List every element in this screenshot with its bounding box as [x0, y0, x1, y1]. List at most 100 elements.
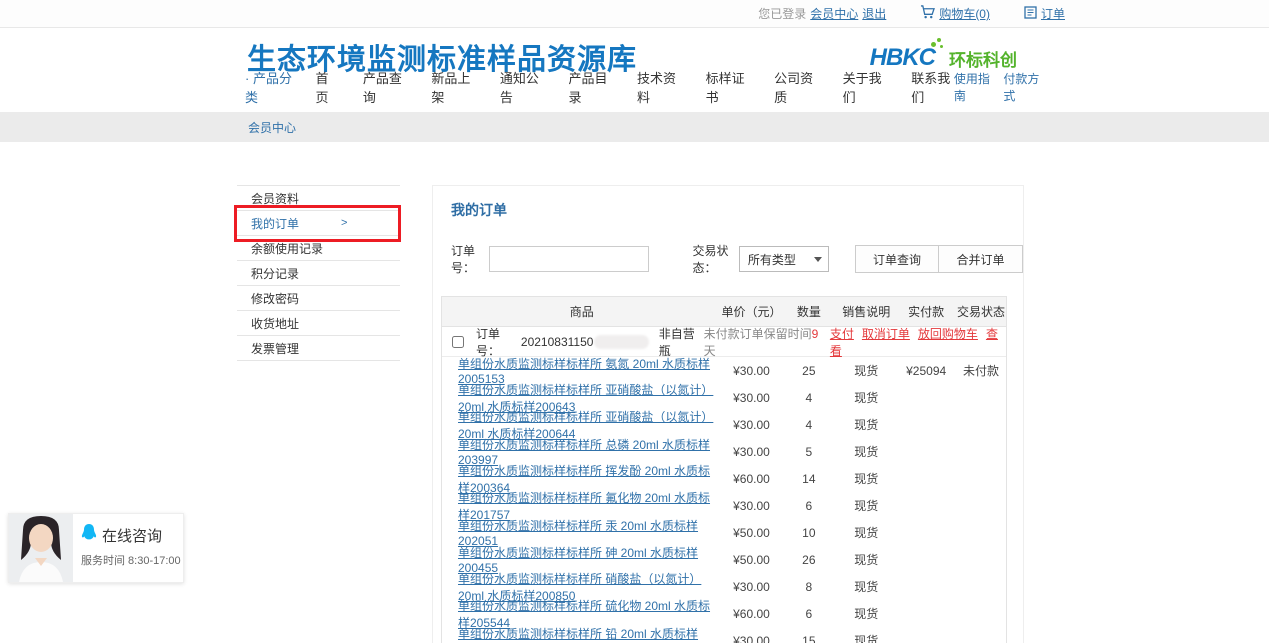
consult-label: 在线咨询	[102, 525, 162, 546]
item-sale: 现货	[836, 362, 896, 379]
item-sale: 现货	[836, 524, 896, 541]
item-qty: 10	[781, 526, 836, 540]
sidebar-item-label: 发票管理	[251, 340, 299, 357]
order-action-2[interactable]: 放回购物车	[918, 327, 978, 341]
item-paid: ¥25094	[896, 364, 956, 378]
nav-items: 首页产品查询新品上架通知公告产品目录技术资料标样证书公司资质关于我们联系我们	[316, 68, 954, 106]
order-query-button[interactable]: 订单查询	[855, 245, 939, 273]
item-sale: 现货	[836, 470, 896, 487]
nav-item-4[interactable]: 产品目录	[568, 68, 611, 106]
item-price: ¥50.00	[722, 553, 782, 567]
nav-item-0[interactable]: 首页	[316, 68, 337, 106]
qq-icon	[81, 524, 97, 546]
item-sale: 现货	[836, 632, 896, 643]
item-qty: 6	[781, 607, 836, 621]
table-header-4: 实付款	[896, 303, 956, 320]
nav-item-1[interactable]: 产品查询	[363, 68, 406, 106]
main-nav: · 产品分类 首页产品查询新品上架通知公告产品目录技术资料标样证书公司资质关于我…	[245, 68, 1045, 106]
order-no-input[interactable]	[489, 246, 649, 272]
item-price: ¥30.00	[722, 499, 782, 513]
sidebar-item-4[interactable]: 修改密码	[237, 286, 400, 311]
nav-payment-method[interactable]: 付款方式	[1003, 70, 1045, 104]
online-consult-widget[interactable]: 在线咨询 服务时间 8:30-17:00	[8, 513, 184, 583]
item-price: ¥60.00	[722, 472, 782, 486]
member-center-link[interactable]: 会员中心	[810, 5, 858, 22]
table-header-0: 商品	[442, 303, 722, 320]
chevron-down-icon	[814, 257, 822, 262]
cart-icon	[920, 5, 935, 22]
order-item-row: 单组份水质监测标样标样所 铅 20ml 水质标样201240 ¥30.0015现货	[442, 627, 1006, 643]
retain-time-text: 未付款订单保留时间9天	[704, 325, 822, 359]
order-actions: 支付取消订单放回购物车查看	[830, 325, 998, 359]
nav-product-category[interactable]: · 产品分类	[245, 68, 298, 106]
order-search-row: 订单号： 交易状态： 所有类型 订单查询 合并订单	[451, 242, 1023, 276]
sidebar-item-3[interactable]: 积分记录	[237, 261, 400, 286]
order-item-rows: 单组份水质监测标样标样所 氨氮 20ml 水质标样2005153¥30.0025…	[442, 357, 1006, 643]
cart-link[interactable]: 购物车(0)	[939, 5, 990, 22]
nav-item-3[interactable]: 通知公告	[500, 68, 543, 106]
sidebar-item-0[interactable]: 会员资料	[237, 186, 400, 211]
item-sale: 现货	[836, 443, 896, 460]
order-item-row: 单组份水质监测标样标样所 亚硝酸盐（以氮计） 20ml 水质标样200644¥3…	[442, 411, 1006, 438]
table-header-row: 商品单价（元）数量销售说明实付款交易状态	[442, 297, 1006, 327]
sidebar-item-label: 收货地址	[251, 315, 299, 332]
table-header-5: 交易状态	[956, 303, 1006, 320]
table-header-1: 单价（元）	[722, 303, 782, 320]
item-qty: 26	[781, 553, 836, 567]
item-sale: 现货	[836, 497, 896, 514]
item-qty: 14	[781, 472, 836, 486]
order-group-row: 订单号： 20210831150 非自营瓶 未付款订单保留时间9天 支付取消订单…	[442, 327, 1006, 357]
sidebar-item-label: 积分记录	[251, 265, 299, 282]
product-link[interactable]: 单组份水质监测标样标样所 铅 20ml 水质标样201240	[458, 627, 698, 643]
nav-item-9[interactable]: 联系我们	[911, 68, 954, 106]
item-qty: 4	[781, 391, 836, 405]
sidebar-item-5[interactable]: 收货地址	[237, 311, 400, 336]
merge-order-button[interactable]: 合并订单	[939, 245, 1023, 273]
login-status: 您已登录 会员中心退出	[758, 5, 886, 22]
item-price: ¥30.00	[722, 445, 782, 459]
sidebar-item-label: 余额使用记录	[251, 240, 323, 257]
item-price: ¥30.00	[722, 364, 782, 378]
orders-link[interactable]: 订单	[1041, 5, 1065, 22]
item-sale: 现货	[836, 605, 896, 622]
sidebar-item-label: 我的订单	[251, 215, 299, 232]
nav-item-6[interactable]: 标样证书	[706, 68, 749, 106]
order-action-1[interactable]: 取消订单	[862, 327, 910, 341]
nav-usage-guide[interactable]: 使用指南	[954, 70, 996, 104]
item-status: 未付款	[956, 362, 1006, 379]
table-header-3: 销售说明	[836, 303, 896, 320]
item-sale: 现货	[836, 578, 896, 595]
nav-item-8[interactable]: 关于我们	[843, 68, 886, 106]
item-price: ¥30.00	[722, 391, 782, 405]
order-item-row: 单组份水质监测标样标样所 硫化物 20ml 水质标样205544¥60.006现…	[442, 600, 1006, 627]
nav-item-7[interactable]: 公司资质	[774, 68, 817, 106]
breadcrumb-member-center[interactable]: 会员中心	[248, 119, 296, 136]
table-header-2: 数量	[781, 303, 836, 320]
logged-in-text: 您已登录	[758, 5, 806, 22]
order-no-redacted-blur	[594, 335, 648, 349]
agent-avatar	[9, 514, 73, 582]
item-sale: 现货	[836, 551, 896, 568]
sidebar-item-label: 修改密码	[251, 290, 299, 307]
order-no-label: 订单号：	[476, 325, 521, 359]
orders-panel: 我的订单 订单号： 交易状态： 所有类型 订单查询 合并订单 商品单价（元）数量…	[432, 185, 1024, 643]
item-price: ¥30.00	[722, 634, 782, 643]
order-select-checkbox[interactable]	[452, 336, 464, 348]
sidebar-item-2[interactable]: 余额使用记录	[237, 236, 400, 261]
order-item-row: 单组份水质监测标样标样所 氟化物 20ml 水质标样201757¥30.006现…	[442, 492, 1006, 519]
order-list-icon	[1024, 6, 1037, 22]
order-tag: 非自营瓶	[659, 325, 704, 359]
order-action-0[interactable]: 支付	[830, 327, 854, 341]
trade-status-value: 所有类型	[748, 251, 796, 268]
page: 您已登录 会员中心退出 购物车(0) 订单 生态环境监测标准样品资源库 HBKC	[0, 0, 1269, 643]
brand-dots-icon	[931, 38, 945, 50]
trade-status-select[interactable]: 所有类型	[739, 246, 829, 272]
page-title: 我的订单	[451, 200, 1023, 220]
logout-link[interactable]: 退出	[862, 5, 886, 22]
sidebar-item-6[interactable]: 发票管理	[237, 336, 400, 361]
nav-item-5[interactable]: 技术资料	[637, 68, 680, 106]
item-qty: 15	[781, 634, 836, 643]
sidebar-item-1[interactable]: 我的订单>	[237, 211, 400, 236]
item-price: ¥60.00	[722, 607, 782, 621]
nav-item-2[interactable]: 新品上架	[431, 68, 474, 106]
